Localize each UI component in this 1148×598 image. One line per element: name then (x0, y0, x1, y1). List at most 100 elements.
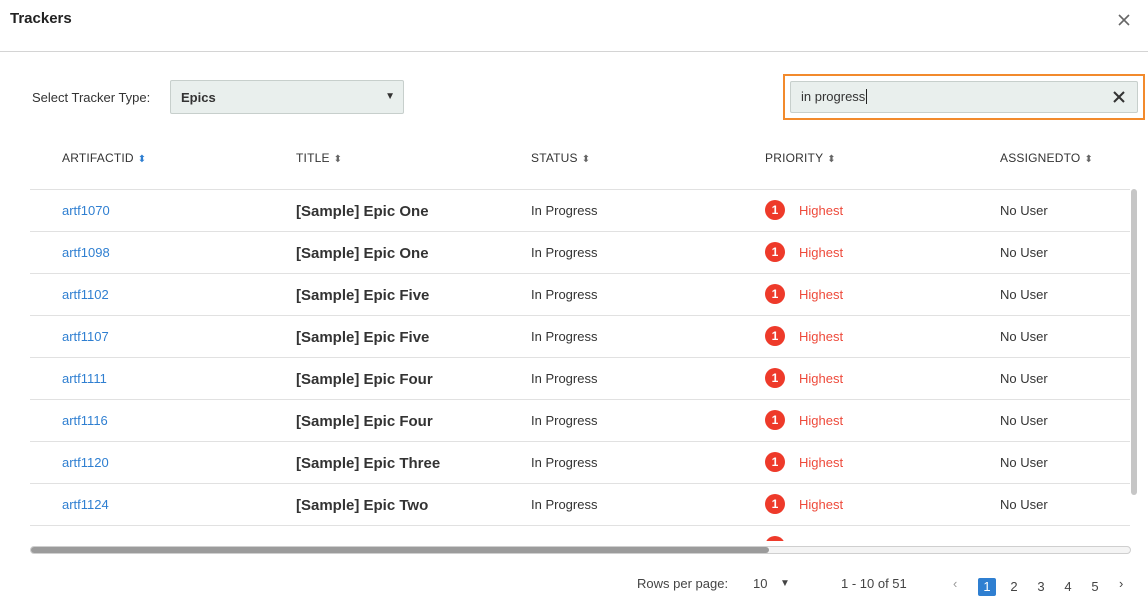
artifact-priority: 1 Highest (765, 494, 843, 514)
priority-label: Highest (799, 496, 844, 512)
artifact-status: In Progress (531, 287, 598, 302)
artifact-status: In Progress (531, 371, 598, 386)
page-button-2[interactable]: 2 (1005, 578, 1023, 596)
table-row[interactable]: artf1128 [Sample] Epic One In Progress 1 Hig… (30, 526, 1130, 541)
page-button-1[interactable]: 1 (978, 578, 996, 596)
artifact-title: [Sample] Epic Three (296, 455, 441, 472)
tracker-type-select[interactable]: Epics ▼ (170, 80, 404, 114)
column-header-label: STATUS (531, 151, 578, 165)
sort-icon[interactable]: ⬍ (334, 154, 343, 165)
artifact-assignee: No User (1000, 413, 1048, 428)
table-row[interactable]: artf1120 [Sample] Epic Three In Progress 1 H… (30, 442, 1130, 484)
artifact-title: [Sample] Epic Two (296, 497, 429, 514)
rows-per-page-select[interactable]: 10 (753, 576, 767, 591)
priority-label: Highest (799, 328, 844, 344)
artifact-assignee: No User (1000, 371, 1048, 386)
artifact-assignee: No User (1000, 245, 1048, 260)
artifact-priority: 1 Highest (765, 200, 843, 220)
artifact-title: [Sample] Epic Four (296, 413, 433, 430)
search-input[interactable]: in progress (790, 81, 1138, 113)
artifact-title: [Sample] Epic Five (296, 329, 430, 346)
artifact-id-link[interactable]: artf1116 (62, 413, 108, 428)
page-range: 1 - 10 of 51 (841, 576, 907, 591)
tracker-type-value: Epics (181, 90, 216, 105)
artifact-title: [Sample] Epic One (296, 539, 429, 541)
sort-icon[interactable]: ⬍ (582, 154, 591, 165)
artifact-status: In Progress (531, 413, 598, 428)
priority-label: Highest (799, 412, 844, 428)
priority-label: Highest (799, 370, 844, 386)
artifact-id-link[interactable]: artf1124 (62, 497, 109, 512)
artifact-id-link[interactable]: artf1070 (62, 203, 110, 218)
artifact-priority: 1 Highest (765, 284, 843, 304)
column-header-priority[interactable]: PRIORITY ⬍ (765, 151, 836, 165)
clear-search-icon[interactable] (1111, 89, 1127, 105)
artifact-priority: 1 Highest (765, 242, 843, 262)
vertical-scrollbar[interactable] (1131, 189, 1137, 541)
horizontal-scrollbar-thumb[interactable] (31, 547, 769, 553)
artifact-id-link[interactable]: artf1102 (62, 287, 109, 302)
table-row[interactable]: artf1111 [Sample] Epic Four In Progress 1 Hi… (30, 358, 1130, 400)
artifact-priority: 1 Highest (765, 410, 843, 430)
priority-badge: 1 (765, 284, 785, 304)
priority-badge: 1 (765, 452, 785, 472)
priority-badge: 1 (765, 200, 785, 220)
horizontal-scrollbar[interactable] (30, 546, 1131, 554)
artifact-assignee: No User (1000, 497, 1048, 512)
artifact-id-link[interactable]: artf1111 (62, 371, 107, 386)
priority-badge: 1 (765, 242, 785, 262)
priority-badge: 1 (765, 368, 785, 388)
table-row[interactable]: artf1070 [Sample] Epic One In Progress 1 Hig… (30, 190, 1130, 232)
results-table: artf1070 [Sample] Epic One In Progress 1 Hig… (30, 189, 1130, 541)
page-button-4[interactable]: 4 (1059, 578, 1077, 596)
artifact-assignee: No User (1000, 539, 1048, 541)
next-page-button[interactable]: › (1119, 576, 1123, 591)
sort-icon[interactable]: ⬍ (827, 154, 836, 165)
artifact-status: In Progress (531, 455, 598, 470)
close-icon[interactable] (1114, 10, 1134, 30)
table-row[interactable]: artf1116 [Sample] Epic Four In Progress 1 Hi… (30, 400, 1130, 442)
column-header-label: TITLE (296, 151, 330, 165)
dialog-header: Trackers (0, 0, 1148, 52)
column-header-label: ASSIGNEDTO (1000, 151, 1081, 165)
artifact-status: In Progress (531, 497, 598, 512)
artifact-id-link[interactable]: artf1128 (62, 539, 109, 541)
artifact-title: [Sample] Epic Five (296, 287, 430, 304)
dialog-title: Trackers (10, 10, 72, 27)
column-header-title[interactable]: TITLE ⬍ (296, 151, 342, 165)
artifact-id-link[interactable]: artf1107 (62, 329, 109, 344)
artifact-priority: 1 Highest (765, 452, 843, 472)
table-row[interactable]: artf1098 [Sample] Epic One In Progress 1 Hig… (30, 232, 1130, 274)
column-header-artifactid[interactable]: ARTIFACTID ⬍ (62, 151, 146, 165)
artifact-assignee: No User (1000, 203, 1048, 218)
artifact-title: [Sample] Epic One (296, 245, 429, 262)
table-row[interactable]: artf1107 [Sample] Epic Five In Progress 1 Hi… (30, 316, 1130, 358)
artifact-status: In Progress (531, 539, 597, 541)
vertical-scrollbar-thumb[interactable] (1131, 189, 1137, 495)
column-header-status[interactable]: STATUS ⬍ (531, 151, 590, 165)
column-header-assignedto[interactable]: ASSIGNEDTO ⬍ (1000, 151, 1093, 165)
artifact-id-link[interactable]: artf1120 (62, 455, 109, 470)
priority-label: Highest (799, 539, 843, 542)
priority-label: Highest (799, 244, 844, 260)
search-input-value: in progress (801, 89, 868, 104)
sort-icon[interactable]: ⬍ (1084, 154, 1093, 165)
artifact-id-link[interactable]: artf1098 (62, 245, 110, 260)
column-header-label: PRIORITY (765, 151, 824, 165)
table-row[interactable]: artf1124 [Sample] Epic Two In Progress 1 Hig… (30, 484, 1130, 526)
artifact-title: [Sample] Epic One (296, 203, 429, 220)
sort-icon[interactable]: ⬍ (138, 154, 147, 165)
chevron-down-icon: ▼ (385, 91, 395, 102)
table-row[interactable]: artf1102 [Sample] Epic Five In Progress 1 Hi… (30, 274, 1130, 316)
artifact-priority: 1 Highest (765, 536, 843, 541)
chevron-down-icon[interactable]: ▼ (780, 578, 790, 589)
rows-per-page-label: Rows per page: (637, 576, 729, 591)
priority-label: Highest (799, 454, 844, 470)
column-header-label: ARTIFACTID (62, 151, 134, 165)
prev-page-button[interactable]: ‹ (953, 576, 957, 591)
page-button-5[interactable]: 5 (1086, 578, 1104, 596)
artifact-assignee: No User (1000, 287, 1048, 302)
artifact-title: [Sample] Epic Four (296, 371, 433, 388)
artifact-status: In Progress (531, 329, 598, 344)
page-button-3[interactable]: 3 (1032, 578, 1050, 596)
